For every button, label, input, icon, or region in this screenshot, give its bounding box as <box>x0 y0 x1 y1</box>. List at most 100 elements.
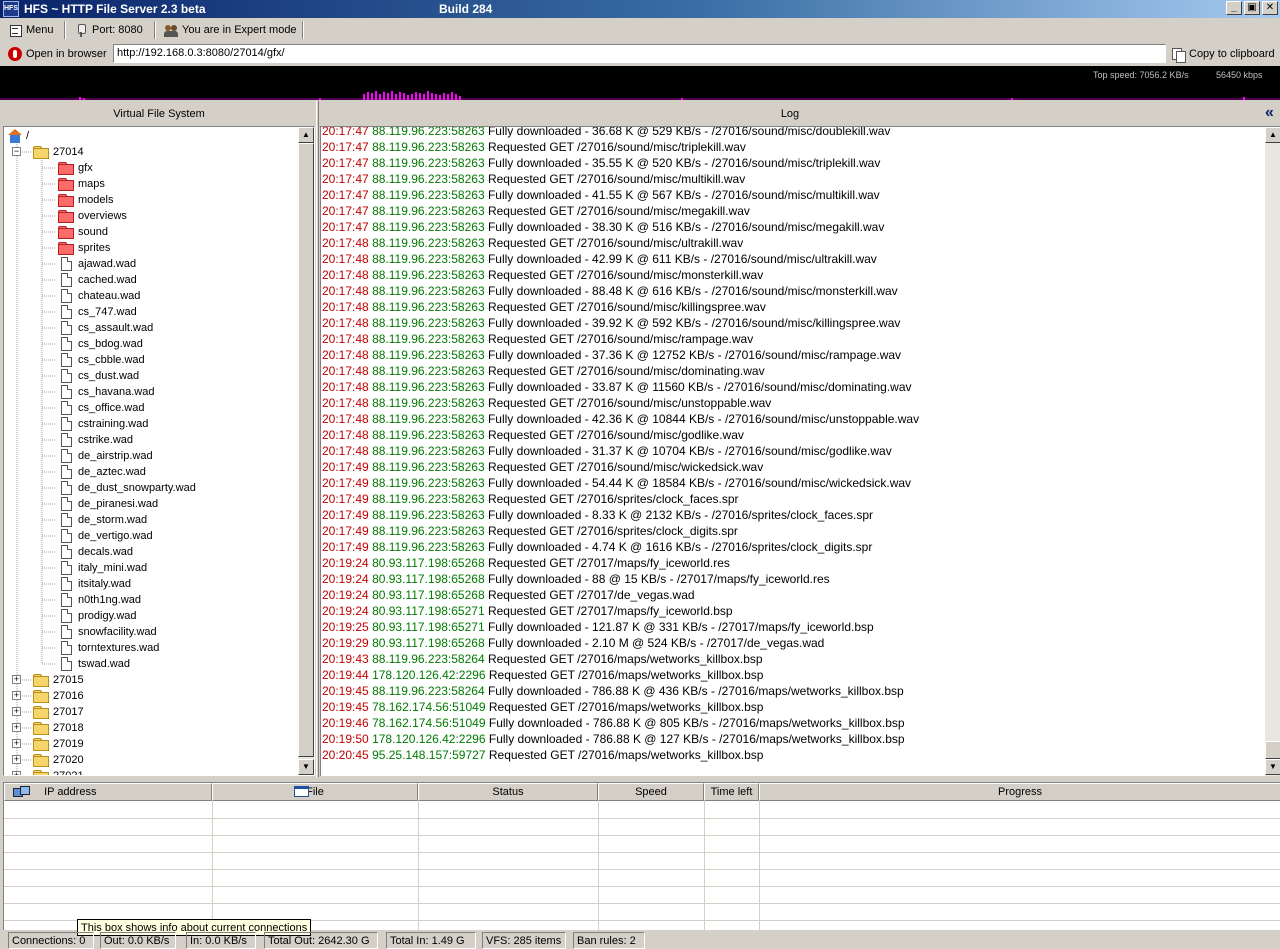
tree-subfolder[interactable]: gfx <box>58 160 93 176</box>
tree-file[interactable]: de_airstrip.wad <box>61 448 153 464</box>
hfs-app-icon[interactable]: HFS <box>3 1 19 17</box>
tree-folder[interactable]: 27018 <box>33 720 84 736</box>
menu-button[interactable]: Menu <box>4 21 58 39</box>
tree-folder[interactable]: 27016 <box>33 688 84 704</box>
scroll-up-icon[interactable]: ▲ <box>1265 127 1280 143</box>
port-label: Port: 8080 <box>92 24 143 36</box>
bandwidth-graph[interactable]: Top speed: 7056.2 KB/s 56450 kbps <box>0 66 1280 100</box>
vfs-scrollbar[interactable]: ▲ ▼ <box>298 127 314 775</box>
tree-file[interactable]: cs_747.wad <box>61 304 137 320</box>
vfs-tree[interactable]: / − 27014 gfx maps models overviews sound… <box>3 126 315 776</box>
tree-file[interactable]: tswad.wad <box>61 656 130 672</box>
tree-file[interactable]: de_dust_snowparty.wad <box>61 480 196 496</box>
status-total-out[interactable]: Total Out: 2642.30 G <box>264 932 378 949</box>
status-in[interactable]: In: 0.0 KB/s <box>186 932 256 949</box>
mode-button[interactable]: You are in Expert mode <box>160 21 301 39</box>
log-line: 20:19:50 178.120.126.42:2296 Fully downl… <box>322 731 905 747</box>
log-time: 20:17:48 <box>322 364 369 378</box>
tree-file[interactable]: ajawad.wad <box>61 256 136 272</box>
expand-toggle-icon[interactable]: + <box>12 707 21 716</box>
tree-file[interactable]: snowfacility.wad <box>61 624 157 640</box>
tree-subfolder[interactable]: overviews <box>58 208 127 224</box>
tree-file[interactable]: cs_havana.wad <box>61 384 154 400</box>
expand-toggle-icon[interactable]: + <box>12 755 21 764</box>
tree-file[interactable]: cstrike.wad <box>61 432 133 448</box>
tree-file[interactable]: chateau.wad <box>61 288 140 304</box>
status-out[interactable]: Out: 0.0 KB/s <box>100 932 176 949</box>
status-total-in[interactable]: Total In: 1.49 G <box>386 932 476 949</box>
status-ban-rules[interactable]: Ban rules: 2 <box>573 932 645 949</box>
tree-file[interactable]: torntextures.wad <box>61 640 159 656</box>
tree-folder[interactable]: 27021 <box>33 768 84 775</box>
tree-file[interactable]: cached.wad <box>61 272 137 288</box>
tree-folder-label: 27016 <box>53 690 84 702</box>
column-progress[interactable]: Progress <box>759 783 1280 801</box>
column-status[interactable]: Status <box>418 783 598 801</box>
column-file[interactable]: File <box>212 783 418 801</box>
log-message: Fully downloaded - 786.88 K @ 127 KB/s -… <box>488 732 905 746</box>
log-line: 20:17:48 88.119.96.223:58263 Fully downl… <box>322 315 900 331</box>
tree-folder[interactable]: 27015 <box>33 672 84 688</box>
expand-toggle-icon[interactable]: + <box>12 723 21 732</box>
tree-folder[interactable]: 27014 <box>33 144 84 160</box>
collapse-double-chevron-icon[interactable]: « <box>1265 105 1279 121</box>
log-message: Requested GET /27016/maps/wetworks_killb… <box>488 700 764 714</box>
tree-file[interactable]: itsitaly.wad <box>61 576 131 592</box>
tree-file-label: cs_office.wad <box>78 402 145 414</box>
tree-file[interactable]: cs_bdog.wad <box>61 336 143 352</box>
log-message: Requested GET /27016/sound/misc/ultrakil… <box>487 236 744 250</box>
tree-file[interactable]: n0th1ng.wad <box>61 592 141 608</box>
url-field[interactable]: http://192.168.0.3:8080/27014/gfx/ <box>113 44 1166 63</box>
tree-folder[interactable]: 27020 <box>33 752 84 768</box>
tree-file[interactable]: de_vertigo.wad <box>61 528 153 544</box>
restore-button[interactable]: ▣ <box>1244 1 1260 15</box>
column-speed[interactable]: Speed <box>598 783 704 801</box>
tree-file[interactable]: de_piranesi.wad <box>61 496 158 512</box>
column-ip-address[interactable]: IP address <box>4 783 212 801</box>
status-vfs[interactable]: VFS: 285 items <box>482 932 566 949</box>
collapse-toggle-icon[interactable]: − <box>12 147 21 156</box>
tree-subfolder[interactable]: sound <box>58 224 108 240</box>
status-connections[interactable]: Connections: 0 <box>8 932 94 949</box>
scroll-thumb[interactable] <box>1265 741 1280 759</box>
tree-root[interactable]: / <box>8 128 29 144</box>
expand-toggle-icon[interactable]: + <box>12 675 21 684</box>
open-in-browser-button[interactable]: Open in browser <box>4 45 111 63</box>
graph-plot <box>0 91 1280 100</box>
connections-grid[interactable]: IP address File Status Speed Time left P… <box>3 782 1280 930</box>
log-scrollbar[interactable]: ▲ ▼ <box>1265 127 1280 776</box>
tree-folder[interactable]: 27017 <box>33 704 84 720</box>
log-line: 20:17:48 88.119.96.223:58263 Requested G… <box>322 331 753 347</box>
tree-file[interactable]: de_aztec.wad <box>61 464 146 480</box>
tree-file[interactable]: prodigy.wad <box>61 608 137 624</box>
expand-toggle-icon[interactable]: + <box>12 691 21 700</box>
panel-splitter[interactable] <box>316 101 319 777</box>
tree-file[interactable]: decals.wad <box>61 544 133 560</box>
file-icon <box>61 657 72 671</box>
close-button[interactable]: ✕ <box>1262 1 1278 15</box>
expand-toggle-icon[interactable]: + <box>12 771 21 775</box>
scroll-down-icon[interactable]: ▼ <box>1265 759 1280 775</box>
tree-file[interactable]: de_storm.wad <box>61 512 147 528</box>
expand-toggle-icon[interactable]: + <box>12 739 21 748</box>
tree-file[interactable]: cs_assault.wad <box>61 320 153 336</box>
tree-subfolder[interactable]: sprites <box>58 240 110 256</box>
log-panel[interactable]: 20:17:47 88.119.96.223:58263 Fully downl… <box>320 126 1280 776</box>
tree-file[interactable]: cs_dust.wad <box>61 368 139 384</box>
grid-row-line <box>4 886 1280 887</box>
tree-file[interactable]: italy_mini.wad <box>61 560 147 576</box>
scroll-up-icon[interactable]: ▲ <box>298 127 314 143</box>
file-icon <box>61 257 72 271</box>
tree-file[interactable]: cs_cbble.wad <box>61 352 145 368</box>
scroll-down-icon[interactable]: ▼ <box>298 759 314 775</box>
tree-file[interactable]: cs_office.wad <box>61 400 144 416</box>
tree-subfolder[interactable]: models <box>58 192 113 208</box>
scroll-thumb[interactable] <box>298 143 314 757</box>
minimize-button[interactable]: _ <box>1226 1 1242 15</box>
tree-subfolder[interactable]: maps <box>58 176 105 192</box>
port-button[interactable]: Port: 8080 <box>70 21 147 39</box>
column-time-left[interactable]: Time left <box>704 783 759 801</box>
copy-to-clipboard-button[interactable]: Copy to clipboard <box>1168 45 1279 63</box>
tree-file[interactable]: cstraining.wad <box>61 416 148 432</box>
tree-folder[interactable]: 27019 <box>33 736 84 752</box>
